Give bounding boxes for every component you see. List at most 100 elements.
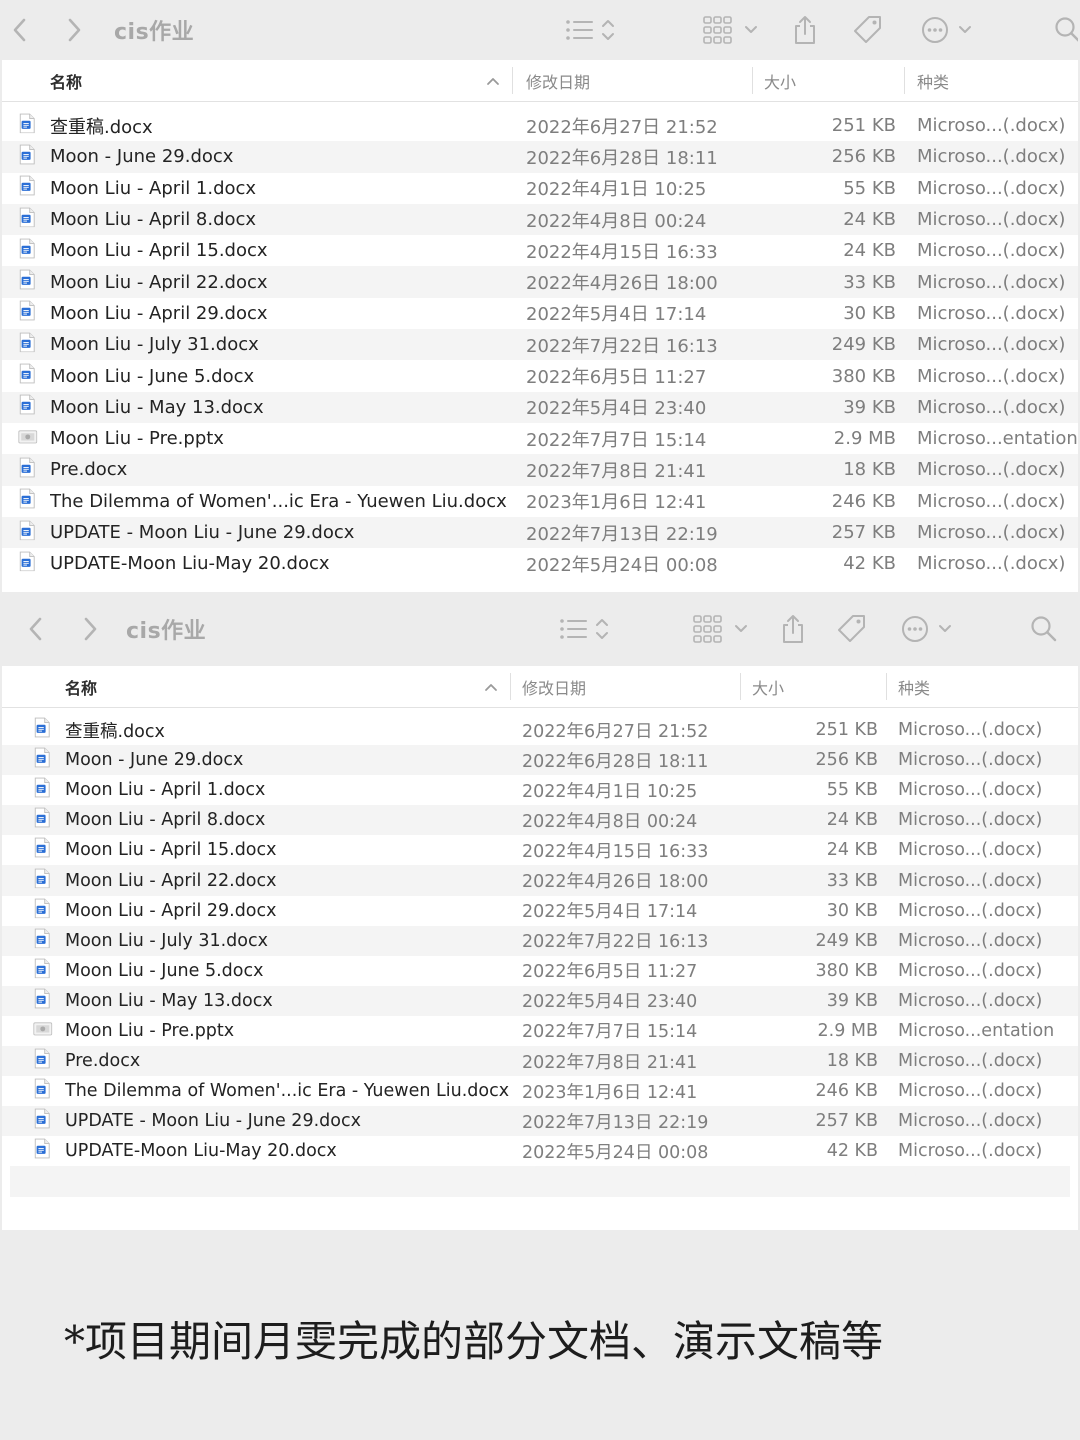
chevron-left-icon: [12, 17, 28, 43]
file-row[interactable]: Moon Liu - Pre.pptx 2022年7月7日 15:14 2.9 MB…: [2, 1016, 1078, 1046]
file-kind: Microso...(.docx): [917, 459, 1066, 481]
file-date: 2023年1月6日 12:41: [526, 492, 707, 514]
file-name: 查重稿.docx: [65, 721, 165, 742]
file-size: 257 KB: [831, 522, 896, 543]
column-header-size[interactable]: 大小: [752, 666, 784, 707]
tag-button[interactable]: [852, 14, 884, 46]
file-kind: Microso...(.docx): [898, 930, 1043, 951]
file-row[interactable]: Moon Liu - April 22.docx 2022年4月26日 18:00…: [2, 865, 1078, 896]
file-kind: Microso...(.docx): [898, 1051, 1043, 1072]
file-row[interactable]: Moon Liu - April 8.docx 2022年4月8日 00:24 24…: [2, 203, 1078, 236]
file-row[interactable]: Moon Liu - June 5.docx 2022年6月5日 11:27 380…: [2, 956, 1078, 986]
view-options-button[interactable]: [564, 16, 620, 44]
file-row[interactable]: Moon Liu - Pre.pptx 2022年7月7日 15:14 2.9 MB…: [2, 423, 1078, 454]
file-name: The Dilemma of Women'...ic Era - Yuewen …: [50, 490, 507, 512]
column-header-kind[interactable]: 种类: [898, 666, 930, 707]
file-name: Pre.docx: [50, 459, 128, 481]
view-options-button[interactable]: [558, 615, 614, 643]
grid-group-icon: [702, 15, 760, 45]
file-size: 2.9 MB: [833, 428, 896, 450]
docx-file-icon: [33, 838, 51, 864]
column-header-size[interactable]: 大小: [764, 60, 796, 101]
file-name: UPDATE-Moon Liu-May 20.docx: [50, 553, 330, 575]
file-row[interactable]: 查重稿.docx 2022年6月27日 21:52 251 KB Microso...…: [2, 110, 1078, 141]
column-header-date[interactable]: 修改日期: [522, 666, 586, 707]
group-button[interactable]: [692, 614, 750, 644]
file-kind: Microso...entation: [917, 428, 1078, 450]
file-row[interactable]: Moon Liu - June 5.docx 2022年6月5日 11:27 380…: [2, 360, 1078, 391]
file-row[interactable]: The Dilemma of Women'...ic Era - Yuewen …: [2, 1076, 1078, 1106]
file-kind: Microso...(.docx): [898, 810, 1043, 831]
file-list: 查重稿.docx 2022年6月27日 21:52 251 KB Microso...…: [2, 708, 1078, 1197]
file-row[interactable]: Moon Liu - April 15.docx 2022年4月15日 16:33…: [2, 835, 1078, 865]
search-button[interactable]: [1054, 16, 1078, 44]
file-row[interactable]: Moon Liu - April 22.docx 2022年4月26日 18:00…: [2, 266, 1078, 298]
file-row[interactable]: Moon Liu - July 31.docx 2022年7月22日 16:13 2…: [2, 925, 1078, 956]
share-button[interactable]: [780, 614, 806, 644]
file-row[interactable]: UPDATE - Moon Liu - June 29.docx 2022年7月1…: [2, 516, 1078, 549]
back-button[interactable]: [12, 17, 28, 43]
file-row[interactable]: Moon Liu - May 13.docx 2022年5月4日 23:40 39 …: [2, 391, 1078, 423]
file-name: Moon Liu - May 13.docx: [50, 396, 264, 418]
file-row[interactable]: UPDATE-Moon Liu-May 20.docx 2022年5月24日 00…: [2, 548, 1078, 579]
forward-button[interactable]: [66, 17, 82, 43]
file-row[interactable]: Moon Liu - April 29.docx 2022年5月4日 17:14 3…: [2, 298, 1078, 329]
file-row[interactable]: Moon Liu - April 8.docx 2022年4月8日 00:24 24…: [2, 805, 1078, 836]
search-icon: [1030, 615, 1058, 643]
file-size: 257 KB: [815, 1111, 878, 1132]
file-name: Moon Liu - April 1.docx: [65, 780, 266, 801]
file-row[interactable]: Moon - June 29.docx 2022年6月28日 18:11 256 K…: [2, 745, 1078, 776]
column-divider[interactable]: [740, 673, 741, 700]
sort-ascending-icon[interactable]: [484, 666, 498, 707]
group-button[interactable]: [702, 15, 760, 45]
file-row[interactable]: Pre.docx 2022年7月8日 21:41 18 KB Microso...(.…: [2, 454, 1078, 486]
file-row[interactable]: Moon Liu - April 15.docx 2022年4月15日 16:33…: [2, 235, 1078, 266]
file-row[interactable]: UPDATE - Moon Liu - June 29.docx 2022年7月1…: [2, 1106, 1078, 1137]
column-divider[interactable]: [512, 67, 513, 94]
file-size: 18 KB: [826, 1051, 878, 1072]
file-row[interactable]: UPDATE-Moon Liu-May 20.docx 2022年5月24日 00…: [2, 1136, 1078, 1166]
file-size: 24 KB: [843, 240, 896, 262]
file-row[interactable]: Moon Liu - April 29.docx 2022年5月4日 17:14 3…: [2, 896, 1078, 926]
file-row[interactable]: 查重稿.docx 2022年6月27日 21:52 251 KB Microso...…: [2, 715, 1078, 745]
share-button[interactable]: [792, 15, 818, 45]
column-divider[interactable]: [886, 673, 887, 700]
file-name: UPDATE-Moon Liu-May 20.docx: [65, 1141, 337, 1162]
column-header-date[interactable]: 修改日期: [526, 60, 590, 101]
search-button[interactable]: [1030, 615, 1058, 643]
tag-button[interactable]: [836, 613, 868, 645]
file-row[interactable]: The Dilemma of Women'...ic Era - Yuewen …: [2, 486, 1078, 517]
file-row[interactable]: Pre.docx 2022年7月8日 21:41 18 KB Microso...(.…: [2, 1046, 1078, 1077]
file-date: 2022年6月28日 18:11: [526, 147, 718, 169]
docx-file-icon: [18, 363, 36, 389]
file-row[interactable]: Moon Liu - May 13.docx 2022年5月4日 23:40 39 …: [2, 985, 1078, 1016]
file-name: 查重稿.docx: [50, 116, 153, 138]
sort-ascending-icon[interactable]: [486, 60, 500, 101]
column-divider[interactable]: [904, 67, 905, 94]
file-date: 2022年4月8日 00:24: [526, 210, 707, 232]
column-header-kind[interactable]: 种类: [917, 60, 949, 101]
finder-window-top: cis作业 名称 修改日期 大小 种类 查重稿.docx 2022年6月27日 21:5…: [2, 0, 1078, 592]
file-date: 2022年6月5日 11:27: [522, 962, 698, 983]
column-divider[interactable]: [752, 67, 753, 94]
file-row[interactable]: Moon - June 29.docx 2022年6月28日 18:11 256 K…: [2, 141, 1078, 173]
file-row[interactable]: Moon Liu - April 1.docx 2022年4月1日 10:25 55…: [2, 775, 1078, 805]
file-kind: Microso...(.docx): [898, 870, 1043, 891]
more-actions-button[interactable]: [900, 614, 954, 644]
file-name: Moon Liu - April 15.docx: [50, 240, 268, 262]
back-button[interactable]: [28, 616, 44, 642]
file-size: 246 KB: [831, 490, 896, 512]
forward-button[interactable]: [82, 616, 98, 642]
file-kind: Microso...(.docx): [898, 1111, 1043, 1132]
docx-file-icon: [33, 898, 51, 924]
file-row[interactable]: Moon Liu - July 31.docx 2022年7月22日 16:13 2…: [2, 329, 1078, 361]
file-row[interactable]: Moon Liu - April 1.docx 2022年4月1日 10:25 55…: [2, 173, 1078, 204]
file-name: Moon Liu - May 13.docx: [65, 990, 273, 1011]
more-actions-button[interactable]: [920, 15, 974, 45]
file-kind: Microso...(.docx): [898, 990, 1043, 1011]
file-date: 2022年4月26日 18:00: [522, 872, 709, 893]
column-header-name[interactable]: 名称: [50, 60, 82, 101]
column-divider[interactable]: [510, 673, 511, 700]
file-date: 2022年7月7日 15:14: [522, 1022, 698, 1043]
column-header-name[interactable]: 名称: [65, 666, 97, 707]
